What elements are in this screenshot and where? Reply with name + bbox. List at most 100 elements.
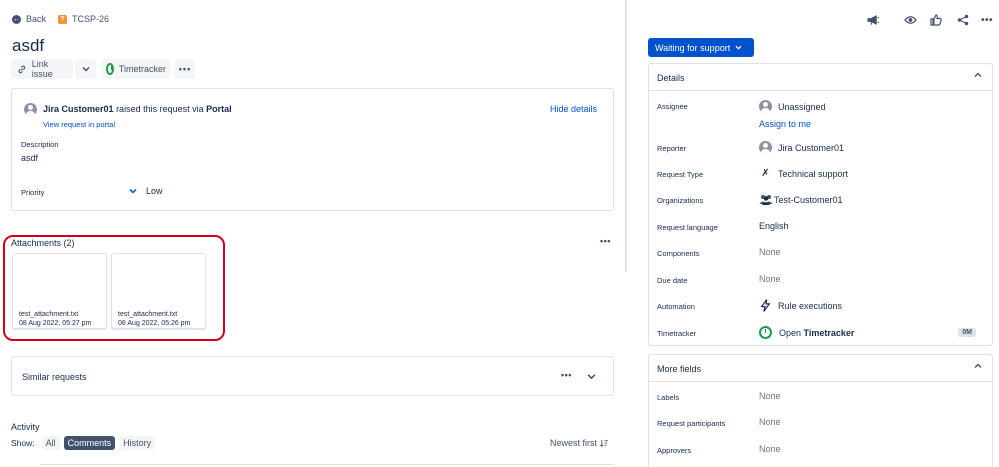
priority-label: Priority xyxy=(21,188,45,197)
tab-all[interactable]: All xyxy=(41,436,60,450)
avatar xyxy=(759,100,772,113)
request-type-label: Request Type xyxy=(657,170,704,179)
similar-requests-heading: Similar requests xyxy=(22,372,87,382)
more-options-icon[interactable]: ••• xyxy=(979,12,995,28)
participants-label: Request participants xyxy=(657,419,726,428)
customer-name[interactable]: Jira Customer01 xyxy=(43,104,114,114)
attachments-more-button[interactable]: ••• xyxy=(600,236,611,246)
issue-key: TCSP-26 xyxy=(72,14,110,24)
automation-field[interactable]: Rule executions xyxy=(759,299,842,312)
time-logged-badge: 0M xyxy=(958,328,976,337)
description-value[interactable]: asdf xyxy=(21,153,38,163)
share-icon[interactable] xyxy=(955,12,971,28)
reporter-field[interactable]: Jira Customer01 xyxy=(759,141,844,154)
attachments-heading: Attachments (2) xyxy=(11,238,75,248)
link-issue-dropdown[interactable] xyxy=(75,59,96,79)
feedback-megaphone-icon[interactable] xyxy=(865,12,881,28)
panel-resize-divider[interactable] xyxy=(625,0,627,272)
link-issue-button[interactable]: Link issue xyxy=(11,59,73,79)
assignee-label: Assignee xyxy=(657,102,688,111)
reporter-value: Jira Customer01 xyxy=(778,142,845,153)
issue-key-breadcrumb[interactable]: ? TCSP-26 xyxy=(58,14,109,24)
request-type-field[interactable]: ✗ Technical support xyxy=(759,168,848,179)
arrow-left-icon: ← xyxy=(12,14,21,24)
status-label: Waiting for support xyxy=(655,42,731,53)
request-details-panel: Jira Customer01 raised this request via … xyxy=(11,88,614,211)
timetracker-clock-icon xyxy=(759,326,772,339)
link-icon xyxy=(18,65,26,73)
activity-filter: Show: All Comments History xyxy=(11,436,156,450)
due-date-label: Due date xyxy=(657,276,688,285)
back-link[interactable]: ← Back xyxy=(12,14,46,24)
assign-to-me-link[interactable]: Assign to me xyxy=(759,119,811,129)
thumbs-up-icon[interactable] xyxy=(928,12,944,28)
details-heading[interactable]: Details xyxy=(657,73,685,83)
organizations-label: Organizations xyxy=(657,196,704,205)
organizations-value: Test-Customer01 xyxy=(774,194,843,205)
issue-title[interactable]: asdf xyxy=(12,36,44,56)
view-in-portal-link[interactable]: View request in portal xyxy=(43,120,115,129)
automation-label: Automation xyxy=(657,302,695,311)
show-label: Show: xyxy=(11,438,35,448)
technical-support-icon: ✗ xyxy=(761,168,770,179)
attachment-name: test_attachment.txt xyxy=(19,311,79,318)
avatar xyxy=(24,103,37,116)
back-label: Back xyxy=(26,14,47,24)
more-fields-heading[interactable]: More fields xyxy=(657,364,701,374)
raised-by-text: Jira Customer01 raised this request via … xyxy=(43,104,232,114)
tab-history[interactable]: History xyxy=(119,436,156,450)
organizations-field[interactable]: Test-Customer01 xyxy=(759,194,843,205)
question-type-icon: ? xyxy=(58,14,67,24)
components-value[interactable]: None xyxy=(759,247,781,257)
language-value[interactable]: English xyxy=(759,221,789,231)
details-panel: Details Assignee Unassigned Assign to me… xyxy=(648,63,993,346)
assignee-field[interactable]: Unassigned xyxy=(759,100,826,113)
timetracker-field-label: Timetracker xyxy=(657,329,697,338)
activity-heading: Activity xyxy=(11,422,40,432)
attachment-card[interactable]: test_attachment.txt 08 Aug 2022, 05:27 p… xyxy=(12,253,107,329)
timetracker-open-label: Open xyxy=(779,327,802,338)
more-dots-icon: ••• xyxy=(178,64,192,74)
channel-name: Portal xyxy=(206,104,232,114)
attachment-date: 08 Aug 2022, 05:27 pm xyxy=(19,320,92,327)
due-date-value[interactable]: None xyxy=(759,274,781,284)
timetracker-button[interactable]: Timetracker xyxy=(102,59,170,79)
participants-value[interactable]: None xyxy=(759,417,781,427)
similar-more-button[interactable]: ••• xyxy=(561,370,572,380)
sort-icon xyxy=(600,439,609,447)
watch-eye-icon[interactable] xyxy=(902,12,918,28)
chevron-down-icon[interactable] xyxy=(587,373,596,380)
chevron-up-icon[interactable] xyxy=(974,72,982,78)
chevron-up-icon[interactable] xyxy=(974,363,982,369)
timetracker-label: Timetracker xyxy=(118,64,166,74)
more-actions-button[interactable]: ••• xyxy=(175,59,195,79)
lightning-bolt-icon xyxy=(760,299,771,312)
components-label: Components xyxy=(657,249,700,258)
similar-requests-panel[interactable]: Similar requests ••• xyxy=(11,356,614,396)
status-button[interactable]: Waiting for support xyxy=(648,38,754,57)
chevron-down-icon xyxy=(82,67,89,72)
description-label: Description xyxy=(21,140,59,149)
hide-details-link[interactable]: Hide details xyxy=(550,104,597,114)
reporter-label: Reporter xyxy=(657,144,687,153)
labels-value[interactable]: None xyxy=(759,391,781,401)
attachment-card[interactable]: test_attachment.txt 08 Aug 2022, 05:26 p… xyxy=(111,253,206,329)
people-group-icon xyxy=(759,195,773,205)
language-label: Request language xyxy=(657,223,718,232)
priority-value: Low xyxy=(146,186,163,196)
approvers-label: Approvers xyxy=(657,446,692,455)
tab-comments[interactable]: Comments xyxy=(63,436,116,450)
timetracker-field[interactable]: Open Timetracker xyxy=(759,326,854,339)
timetracker-clock-icon xyxy=(106,63,114,75)
more-fields-divider xyxy=(649,381,992,382)
more-fields-panel: More fields Labels None Request particip… xyxy=(648,354,993,467)
sort-order-button[interactable]: Newest first xyxy=(550,438,609,448)
approvers-value[interactable]: None xyxy=(759,444,781,454)
assignee-value: Unassigned xyxy=(778,101,826,112)
activity-divider xyxy=(40,464,614,465)
attachment-name: test_attachment.txt xyxy=(118,311,178,318)
avatar xyxy=(759,141,772,154)
timetracker-name: Timetracker xyxy=(803,327,855,338)
priority-field[interactable]: Low xyxy=(129,186,163,196)
request-type-value: Technical support xyxy=(778,168,849,179)
